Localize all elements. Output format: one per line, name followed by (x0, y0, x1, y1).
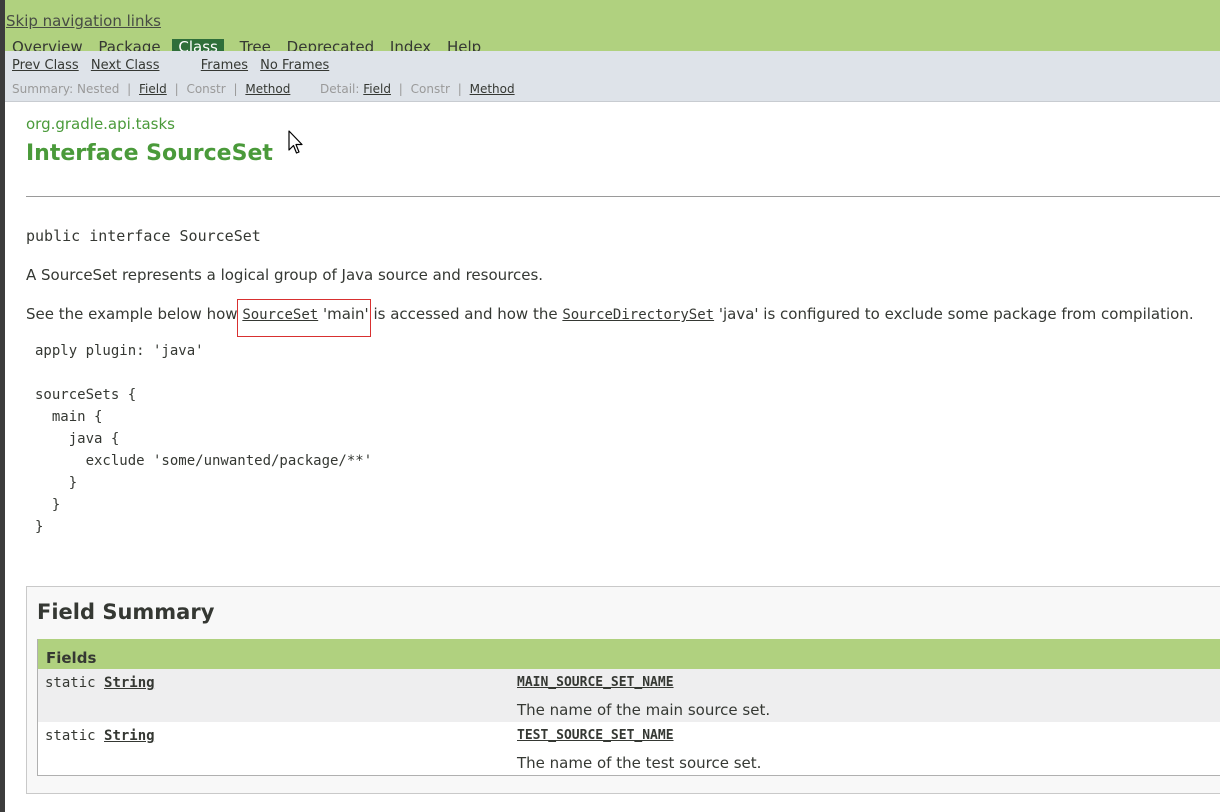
main-source-set-name-link[interactable]: MAIN_SOURCE_SET_NAME (517, 675, 674, 690)
test-source-set-name-link[interactable]: TEST_SOURCE_SET_NAME (517, 728, 674, 743)
summary-label: Summary: (12, 82, 74, 96)
nav-index[interactable]: Index (390, 38, 431, 51)
next-class-link[interactable]: Next Class (91, 58, 160, 73)
prev-class-link[interactable]: Prev Class (12, 58, 79, 73)
detail-field-link[interactable]: Field (363, 82, 391, 96)
no-frames-link[interactable]: No Frames (260, 58, 329, 73)
table-row: static String MAIN_SOURCE_SET_NAME The n… (38, 669, 1220, 722)
sourcedirectoryset-link[interactable]: SourceDirectorySet (562, 307, 714, 323)
frames-link[interactable]: Frames (201, 58, 248, 73)
field-type: static String (45, 728, 155, 744)
detail-label: Detail: (320, 82, 360, 96)
field-summary-title: Field Summary (37, 600, 215, 624)
detail-method-link[interactable]: Method (470, 82, 515, 96)
summary-method-link[interactable]: Method (245, 82, 290, 96)
summary-constr: Constr (186, 82, 226, 96)
top-navbar: Skip navigation links Overview Package C… (5, 0, 1220, 51)
field-description: The name of the test source set. (517, 754, 762, 772)
skip-navigation-link[interactable]: Skip navigation links (6, 12, 161, 30)
table-row: static String TEST_SOURCE_SET_NAME The n… (38, 722, 1220, 775)
string-type-link[interactable]: String (104, 675, 155, 691)
sub-navbar: Prev Class Next Class Frames No Frames S… (5, 51, 1220, 102)
nav-class-active: Class (172, 39, 224, 51)
field-type: static String (45, 675, 155, 691)
nav-help[interactable]: Help (447, 38, 481, 51)
package-name: org.gradle.api.tasks (26, 115, 175, 133)
highlight-box (237, 299, 371, 337)
nav-tree[interactable]: Tree (240, 38, 271, 51)
interface-description: A SourceSet represents a logical group o… (26, 266, 544, 284)
detail-constr: Constr (410, 82, 450, 96)
nav-deprecated[interactable]: Deprecated (287, 38, 374, 51)
example-intro: See the example below how SourceSet 'mai… (26, 305, 1194, 323)
divider (26, 196, 1220, 197)
fields-caption: Fields (38, 639, 1220, 669)
string-type-link[interactable]: String (104, 728, 155, 744)
field-description: The name of the main source set. (517, 701, 771, 719)
summary-field-link[interactable]: Field (139, 82, 167, 96)
mouse-cursor-icon (288, 130, 303, 154)
fields-table: Fields static String MAIN_SOURCE_SET_NAM… (37, 639, 1220, 776)
nav-package[interactable]: Package (98, 38, 160, 51)
summary-nested: Nested (77, 82, 120, 96)
interface-signature: public interface SourceSet (26, 227, 261, 245)
window-left-border (0, 0, 5, 812)
nav-list: Overview Package Class Tree Deprecated I… (12, 38, 492, 51)
page-title: Interface SourceSet (26, 141, 273, 166)
code-example: apply plugin: 'java' sourceSets { main {… (35, 343, 373, 535)
class-nav-row: Prev Class Next Class Frames No Frames (12, 58, 337, 73)
summary-detail-row: Summary: Nested | Field | Constr | Metho… (12, 82, 515, 96)
nav-overview[interactable]: Overview (12, 38, 83, 51)
